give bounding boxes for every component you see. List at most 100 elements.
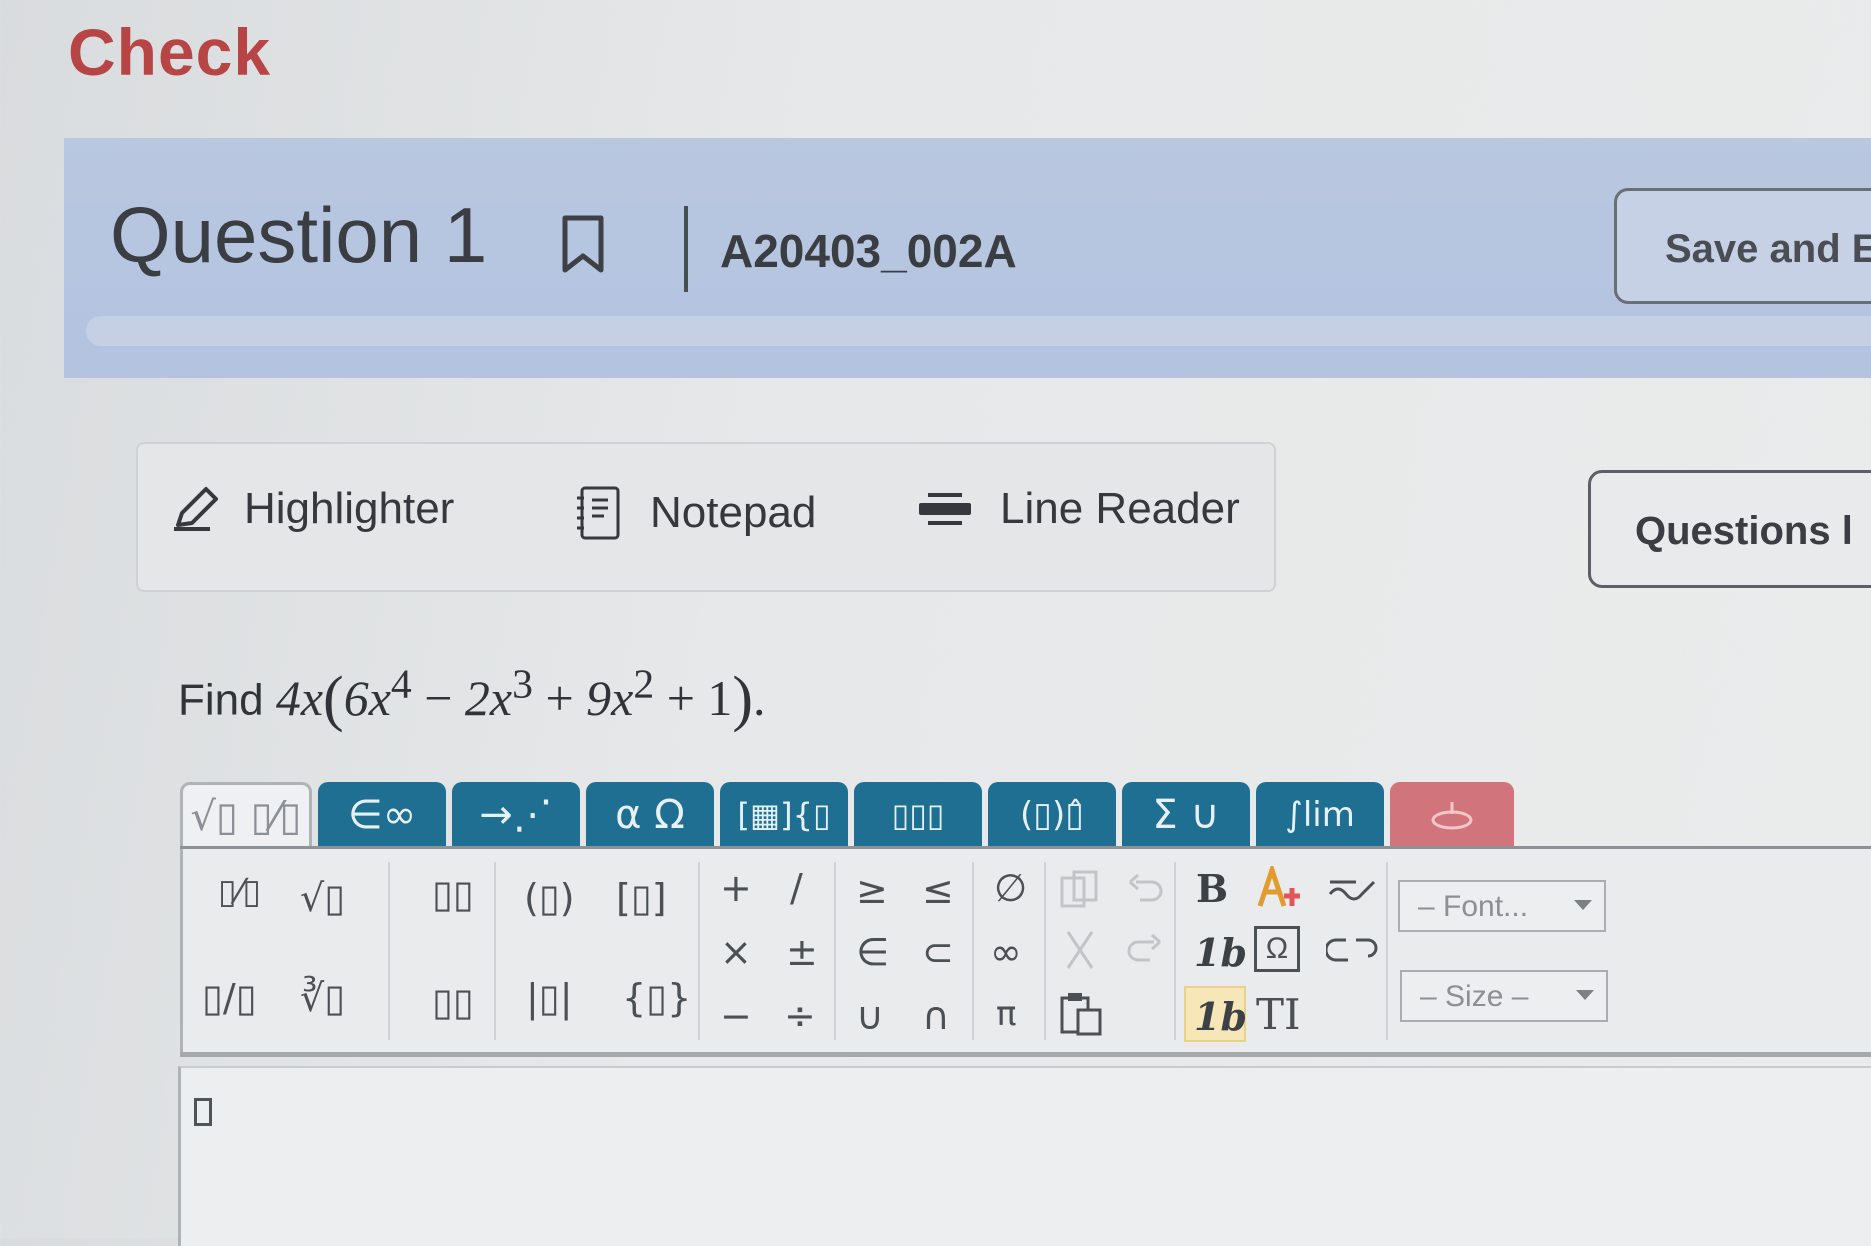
pi-button[interactable]: π: [996, 994, 1016, 1034]
element-of-button[interactable]: ∈: [856, 930, 889, 974]
paste-icon[interactable]: [1058, 990, 1106, 1038]
bracket-button[interactable]: [▯]: [616, 876, 667, 920]
expr-term-3: 9x: [586, 669, 634, 726]
size-select[interactable]: – Size –: [1400, 970, 1608, 1022]
line-reader-label: Line Reader: [1000, 484, 1240, 533]
question-progress-track: [86, 316, 1871, 346]
expr-period: .: [753, 669, 766, 726]
special-char-button[interactable]: Ω: [1254, 926, 1300, 972]
brace-button[interactable]: {▯}: [622, 976, 691, 1020]
font-select[interactable]: – Font...: [1398, 880, 1606, 932]
absolute-value-button[interactable]: |▯|: [526, 976, 573, 1020]
expr-close-paren: ): [732, 664, 754, 733]
intersection-button[interactable]: ∩: [922, 994, 950, 1038]
slash-fraction-button[interactable]: ▯/▯: [202, 976, 257, 1020]
expr-exp-3: 2: [633, 661, 655, 707]
notepad-icon: [577, 486, 620, 540]
tab-matrices[interactable]: [▦]{▯: [720, 782, 848, 848]
less-equal-button[interactable]: ≤: [922, 868, 954, 912]
palette-separator: [1044, 862, 1046, 1040]
answer-input-area[interactable]: [178, 1066, 1871, 1246]
minus-button[interactable]: −: [720, 994, 752, 1038]
redo-icon[interactable]: [1124, 932, 1164, 968]
question-title: Question 1: [110, 191, 488, 279]
chevron-down-icon: [1576, 990, 1594, 1000]
palette-separator: [1174, 862, 1176, 1040]
tab-sets-infinity[interactable]: ∈∞: [318, 782, 446, 848]
problem-prefix: Find: [178, 675, 264, 725]
infinity-button[interactable]: ∞: [990, 930, 1022, 974]
palette-separator: [1386, 862, 1388, 1040]
fraction-button[interactable]: ▯⁄▯: [218, 872, 261, 912]
plus-button[interactable]: +: [720, 866, 752, 910]
wave-arrow-icon[interactable]: [1326, 872, 1378, 908]
notepad-label: Notepad: [650, 488, 817, 537]
sqrt-button[interactable]: √▯: [300, 876, 345, 920]
palette-separator: [834, 862, 836, 1040]
palette-separator: [698, 862, 700, 1040]
subset-button[interactable]: ⊂: [922, 930, 954, 974]
highlighter-tool[interactable]: Highlighter: [170, 484, 454, 534]
expr-op-3: +: [666, 669, 695, 726]
cut-icon[interactable]: [1060, 928, 1100, 972]
bookmark-icon[interactable]: [560, 214, 606, 276]
eraser-icon: [1431, 802, 1473, 830]
question-divider: [684, 206, 688, 292]
questions-nav-button[interactable]: Questions l: [1588, 470, 1871, 588]
empty-set-button[interactable]: ∅: [994, 866, 1027, 910]
tab-sum-union[interactable]: Σ ∪: [1122, 782, 1250, 848]
line-reader-tool[interactable]: Line Reader: [916, 484, 1240, 534]
expr-op-2: +: [545, 669, 574, 726]
problem-expression: 4x(6x4 − 2x3 + 9x2 + 1).: [276, 661, 766, 733]
highlighter-label: Highlighter: [244, 484, 455, 533]
save-and-exit-button[interactable]: Save and E: [1614, 188, 1871, 304]
tab-arrows[interactable]: →⋰: [452, 782, 580, 848]
tab-greek[interactable]: α Ω: [586, 782, 714, 848]
tab-clear[interactable]: [1390, 782, 1514, 848]
undo-icon[interactable]: [1126, 872, 1166, 908]
link-icon[interactable]: [1326, 932, 1378, 968]
greater-equal-button[interactable]: ≥: [856, 868, 888, 912]
bold-button[interactable]: B: [1196, 866, 1228, 911]
expr-op-1: −: [424, 669, 453, 726]
palette-separator: [388, 862, 390, 1040]
tab-accents[interactable]: (▯)▯̂: [988, 782, 1116, 848]
expr-term-2: 2x: [464, 669, 513, 726]
font-select-value: – Font...: [1418, 890, 1529, 923]
expr-open-paren: (: [323, 664, 344, 733]
question-code: A20403_002A: [720, 225, 1017, 277]
plus-minus-button[interactable]: ±: [786, 930, 818, 974]
italic-button[interactable]: 1b: [1194, 930, 1247, 975]
union-button[interactable]: ∪: [856, 994, 884, 1038]
expr-term-1: 6x: [343, 669, 391, 726]
chevron-down-icon: [1574, 900, 1592, 910]
highlighter-icon: [174, 487, 218, 531]
problem-statement: Find 4x(6x4 − 2x3 + 9x2 + 1).: [178, 660, 766, 735]
slash-button[interactable]: /: [790, 866, 803, 910]
line-reader-icon: [919, 493, 971, 525]
superscript-button[interactable]: ▯▯: [432, 872, 474, 916]
nth-root-button[interactable]: ∛▯: [300, 976, 345, 1020]
paren-button[interactable]: (▯): [524, 876, 575, 920]
answer-placeholder-box[interactable]: [194, 1098, 212, 1126]
text-mode-button[interactable]: 1b: [1194, 994, 1247, 1039]
palette-separator: [972, 862, 974, 1040]
expr-term-4: 1: [707, 669, 733, 726]
tab-roots-fractions[interactable]: √▯ ▯⁄▯: [180, 782, 312, 848]
tab-scripts[interactable]: ▯▯▯: [854, 782, 982, 848]
times-button[interactable]: ×: [720, 930, 752, 974]
text-insert-button[interactable]: TI: [1256, 990, 1301, 1039]
subscript-button[interactable]: ▯▯: [432, 980, 474, 1024]
size-select-value: – Size –: [1420, 980, 1529, 1013]
save-button-label: Save and E: [1665, 227, 1871, 271]
check-title: Check: [68, 15, 272, 89]
expr-exp-2: 3: [512, 661, 533, 707]
tab-integral-limit[interactable]: ∫lim: [1256, 782, 1384, 848]
palette-bottom-border: [180, 1052, 1871, 1057]
divide-button[interactable]: ÷: [784, 994, 816, 1038]
expr-exp-1: 4: [390, 661, 412, 707]
text-color-icon[interactable]: [1254, 866, 1304, 912]
copy-icon[interactable]: [1058, 868, 1102, 912]
notepad-tool[interactable]: Notepad: [574, 484, 816, 542]
palette-separator: [494, 862, 496, 1040]
